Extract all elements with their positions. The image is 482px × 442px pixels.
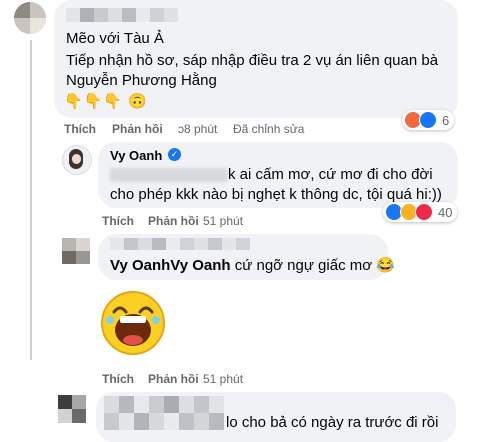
timestamp[interactable]: ɔ8 phút xyxy=(178,122,217,136)
like-button[interactable]: Thích xyxy=(102,214,134,228)
reaction-count: 40 xyxy=(438,204,453,220)
reaction-summary[interactable]: 6 xyxy=(402,110,455,130)
reaction-summary[interactable]: 40 xyxy=(383,202,458,222)
like-reaction-icon xyxy=(419,111,437,129)
reply-button[interactable]: Phản hồi xyxy=(148,214,199,228)
edited-label: Đã chỉnh sửa xyxy=(233,122,305,136)
like-button[interactable]: Thích xyxy=(64,122,96,136)
mention[interactable]: Vy OanhVy Oanh xyxy=(110,257,231,274)
blurred-author-name xyxy=(66,8,178,22)
comment-text-line1: Tiếp nhận hồ sơ, sáp nhập điều tra 2 vụ … xyxy=(66,52,439,69)
comment-title: Mẽo với Tàu Ả xyxy=(66,30,164,47)
pointing-down-emojis: 👇👇👇 🙃 xyxy=(64,93,148,110)
timestamp[interactable]: 51 phút xyxy=(203,372,243,386)
comment-text: cứ ngỡ ngự giấc mơ xyxy=(234,257,373,274)
comment-text-line1: k ai cấm mơ, cứ mơ đi cho đời xyxy=(228,166,433,183)
laughing-emoji-icon: 😂 xyxy=(376,257,395,274)
blurred-author-name xyxy=(110,238,250,250)
blurred-text xyxy=(104,396,224,430)
avatar[interactable] xyxy=(62,145,92,175)
blurred-text xyxy=(110,168,228,182)
verified-badge-icon: ✓ xyxy=(168,148,181,161)
comment-content: Vy OanhVy Oanh cứ ngỡ ngự giấc mơ 😂 xyxy=(110,256,395,276)
avatar[interactable] xyxy=(62,238,90,264)
laughing-sticker xyxy=(101,291,165,355)
like-button[interactable]: Thích xyxy=(102,372,134,386)
author-name[interactable]: Vy Oanh xyxy=(110,148,162,163)
thread-line xyxy=(30,40,32,360)
comment-text-line2: Nguyễn Phương Hằng xyxy=(66,72,217,89)
reply-button[interactable]: Phản hồi xyxy=(148,372,199,386)
avatar[interactable] xyxy=(58,395,86,423)
avatar[interactable] xyxy=(14,2,46,34)
comment-text: lo cho bả có ngày ra trước đi rồi xyxy=(226,414,439,431)
reply-button[interactable]: Phản hồi xyxy=(112,122,163,136)
reaction-count: 6 xyxy=(442,112,450,128)
timestamp[interactable]: 51 phút xyxy=(203,214,243,228)
love-reaction-icon xyxy=(415,203,433,221)
